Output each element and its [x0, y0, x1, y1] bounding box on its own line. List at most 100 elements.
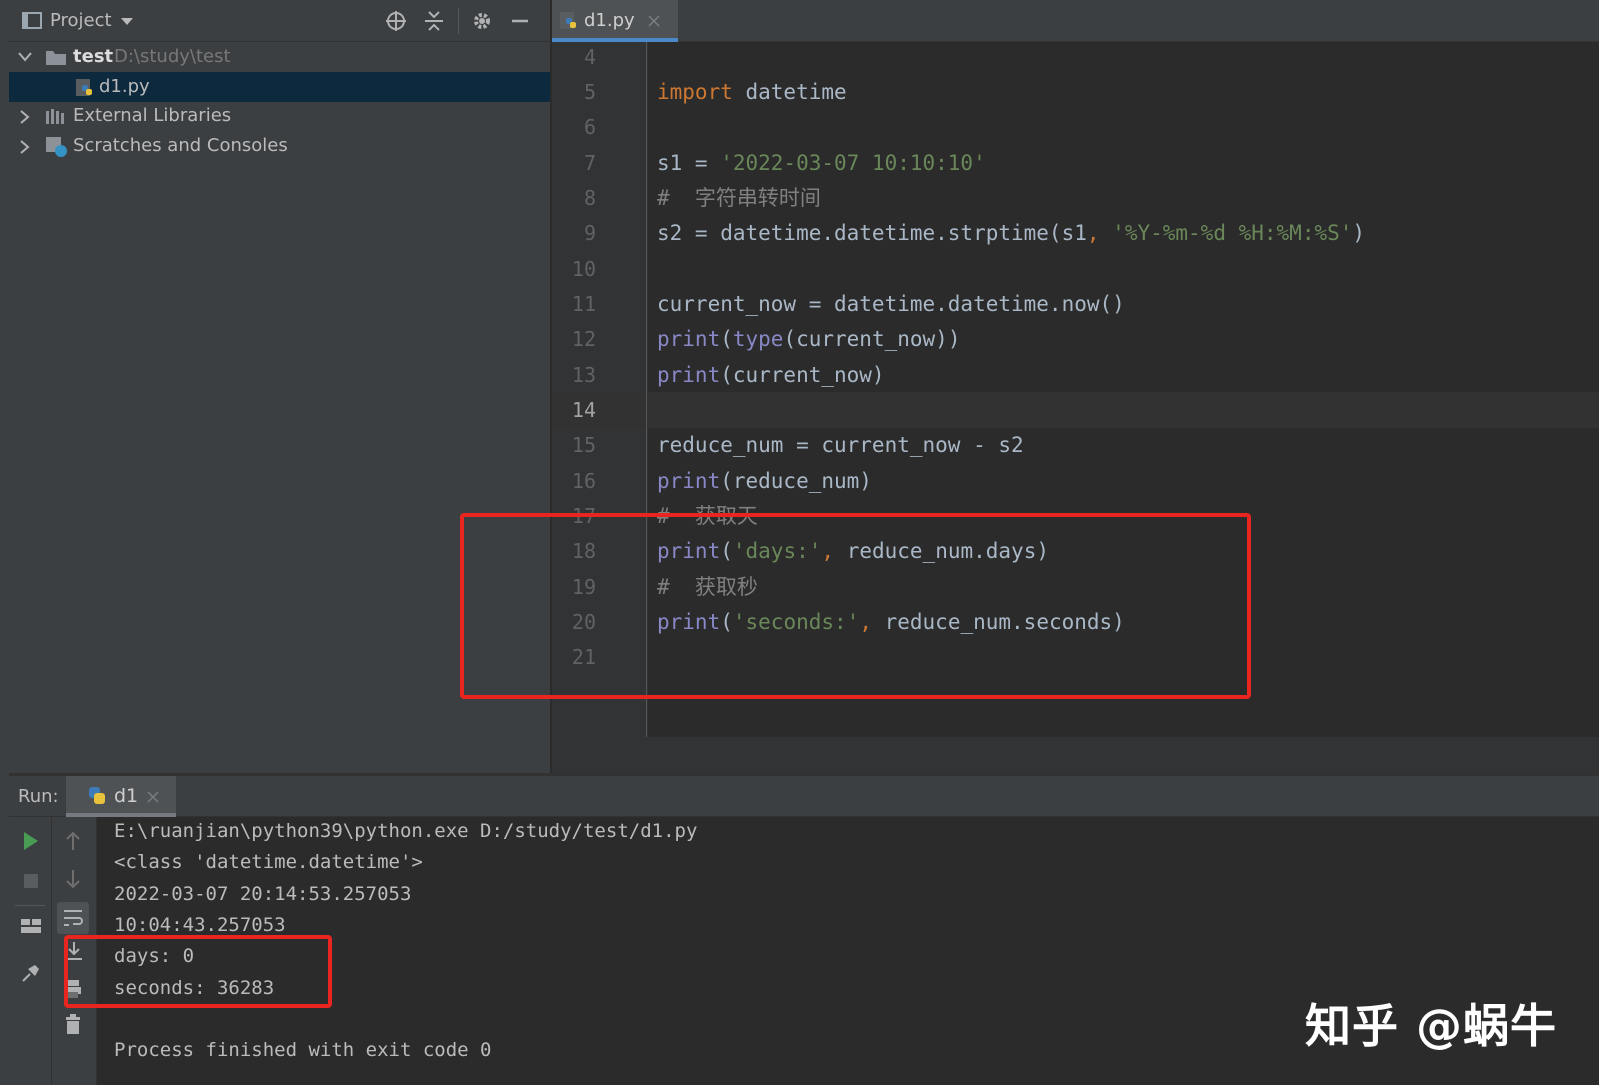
code-token: type [732, 327, 784, 351]
line-number: 9 [583, 221, 596, 245]
run-tab-d1[interactable]: d1 [66, 776, 176, 816]
project-panel-title[interactable]: Project [50, 10, 112, 31]
trash-icon[interactable] [63, 1013, 85, 1037]
run-label: Run: [18, 786, 59, 807]
collapse-all-icon[interactable] [423, 10, 445, 32]
code-token: (current_now)) [783, 327, 961, 351]
code-token: (current_now) [720, 363, 885, 387]
python-file-icon [76, 79, 92, 96]
locate-icon[interactable] [385, 10, 407, 32]
tree-item-label: Scratches and Consoles [73, 135, 288, 156]
toolbar-divider [15, 905, 45, 906]
code-token: print [657, 469, 721, 493]
line-number: 11 [571, 292, 596, 316]
code-line: 10 [552, 251, 1599, 287]
code-comment: # 字符串转时间 [657, 186, 821, 210]
line-number: 13 [571, 363, 596, 387]
minimize-icon[interactable] [509, 10, 531, 32]
code-line: 4 [552, 39, 1599, 75]
tree-item-label: d1.py [99, 76, 150, 97]
editor-bottom-area [552, 737, 1599, 773]
chevron-right-icon[interactable] [20, 140, 30, 154]
code-token: datetime [732, 80, 847, 104]
project-panel-header: Project [9, 0, 550, 42]
highlight-box-code [460, 513, 1251, 699]
line-number: 15 [571, 433, 596, 457]
chevron-right-icon[interactable] [20, 110, 30, 124]
code-token: import [657, 80, 733, 104]
line-number: 6 [583, 115, 596, 139]
close-icon[interactable] [147, 791, 159, 803]
code-line: 12 print(type(current_now)) [552, 321, 1599, 357]
line-number: 10 [571, 257, 596, 281]
code-token: ) [1352, 221, 1366, 245]
run-icon[interactable] [22, 831, 40, 851]
line-number: 8 [583, 186, 596, 210]
line-number: 12 [571, 327, 596, 351]
code-token: ( [720, 327, 733, 351]
stop-icon[interactable] [22, 872, 40, 890]
library-icon [46, 109, 64, 124]
code-line: 16 print(reduce_num) [552, 463, 1599, 499]
highlight-box-output [64, 935, 332, 1008]
tree-item-test[interactable]: test D:\study\test [9, 42, 550, 72]
line-number: 4 [583, 45, 596, 69]
tree-item-label: test [73, 46, 114, 67]
watermark: 知乎 @蜗牛 [1305, 999, 1558, 1053]
gear-icon[interactable] [471, 10, 493, 32]
toolbar-divider [458, 8, 459, 34]
editor-tab-bar [552, 0, 1599, 42]
close-icon[interactable] [648, 15, 660, 27]
pin-icon[interactable] [20, 962, 42, 984]
code-line: 9 s2 = datetime.datetime.strptime(s1, '%Y… [552, 215, 1599, 251]
code-line: 7 s1 = '2022-03-07 10:10:10' [552, 145, 1599, 181]
folder-icon [46, 51, 66, 65]
code-line-current: 14 [552, 392, 1599, 428]
console-line: 2022-03-07 20:14:53.257053 [114, 883, 412, 905]
arrow-down-icon[interactable] [63, 868, 83, 890]
chevron-down-icon[interactable] [18, 52, 32, 62]
code-token: reduce_num = current_now - s2 [657, 433, 1024, 457]
python-file-icon [560, 12, 576, 29]
python-icon [89, 787, 105, 804]
code-token: '%Y-%m-%d %H:%M:%S' [1112, 221, 1353, 245]
code-line: 15 reduce_num = current_now - s2 [552, 427, 1599, 463]
code-token: current_now = datetime.datetime.now() [657, 292, 1125, 316]
soft-wrap-button[interactable] [57, 902, 89, 934]
code-line: 6 [552, 109, 1599, 145]
run-toolbar-primary [9, 817, 52, 1085]
code-line: 11 current_now = datetime.datetime.now() [552, 286, 1599, 322]
console-line: <class 'datetime.datetime'> [114, 851, 423, 873]
code-token: , [1086, 221, 1113, 245]
soft-wrap-icon [64, 910, 83, 926]
code-token: '2022-03-07 10:10:10' [720, 151, 986, 175]
tree-item-path: D:\study\test [114, 46, 231, 67]
arrow-up-icon[interactable] [63, 830, 83, 852]
console-line: E:\ruanjian\python39\python.exe D:/study… [114, 820, 698, 842]
code-token: s1 = [657, 151, 721, 175]
line-number: 14 [571, 398, 596, 422]
code-token: print [657, 327, 721, 351]
code-token: s2 = datetime.datetime.strptime(s1 [657, 221, 1087, 245]
tree-item-external-libraries[interactable]: External Libraries [9, 101, 550, 131]
run-panel-header: Run: [9, 776, 1599, 817]
tree-item-d1py[interactable]: d1.py [9, 72, 550, 102]
code-token: print [657, 363, 721, 387]
code-token: (reduce_num) [720, 469, 872, 493]
scratches-icon [46, 137, 67, 157]
chevron-down-icon[interactable] [120, 17, 134, 27]
tree-item-label: External Libraries [73, 105, 232, 126]
line-number: 7 [583, 151, 596, 175]
line-number: 5 [583, 80, 596, 104]
tab-d1py[interactable]: d1.py [552, 0, 678, 41]
tab-label: d1.py [584, 10, 635, 31]
code-line: 5 import datetime [552, 74, 1599, 110]
layout-icon[interactable] [20, 916, 42, 936]
code-line: 13 print(current_now) [552, 357, 1599, 393]
line-number: 16 [571, 469, 596, 493]
code-line: 8 # 字符串转时间 [552, 180, 1599, 216]
run-tab-label: d1 [114, 785, 139, 807]
project-view-icon [22, 12, 42, 29]
tree-item-scratches[interactable]: Scratches and Consoles [9, 131, 550, 161]
console-line: Process finished with exit code 0 [114, 1039, 492, 1061]
